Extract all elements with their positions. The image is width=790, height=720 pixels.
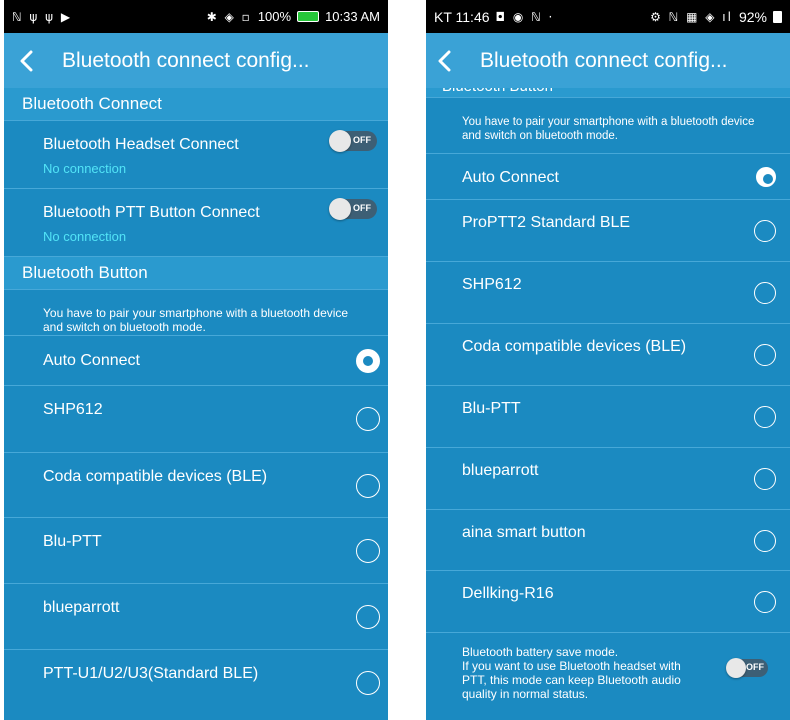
option-shp612[interactable]: SHP612 [426, 262, 790, 324]
toggle-label: OFF [353, 135, 371, 145]
status-bar: KT 11:46 ◘ ◉ ℕ · ⚙ ℕ ▦ ◈ ıl 92% [426, 0, 790, 33]
option-label: blueparrott [43, 599, 120, 616]
notification-icons: ◘ ◉ ℕ · [495, 9, 555, 24]
option-dellking-r16[interactable]: Dellking-R16 [426, 571, 790, 633]
option-coda[interactable]: Coda compatible devices (BLE) [426, 324, 790, 386]
right-phone-screen: KT 11:46 ◘ ◉ ℕ · ⚙ ℕ ▦ ◈ ıl 92% Bluetoot… [426, 0, 790, 720]
bluetooth-wifi-icons: ✱ ◈ ▫ [206, 9, 252, 24]
connection-status: No connection [43, 229, 127, 244]
status-bar: ℕ ψ ψ ▶ ✱ ◈ ▫ 100% 10:33 AM [4, 0, 388, 33]
radio-unselected-icon[interactable] [754, 344, 776, 366]
radio-selected-icon[interactable] [356, 349, 380, 373]
option-blueparrott[interactable]: blueparrott [4, 584, 388, 650]
radio-unselected-icon[interactable] [356, 605, 380, 629]
toggle-label: OFF [746, 662, 764, 672]
option-label: Dellking-R16 [462, 585, 554, 602]
radio-unselected-icon[interactable] [356, 671, 380, 695]
option-label: blueparrott [462, 462, 539, 479]
option-label: Coda compatible devices (BLE) [43, 468, 268, 485]
back-arrow-icon[interactable] [426, 33, 462, 88]
option-label: SHP612 [43, 401, 103, 418]
option-proptt2-standard-ble[interactable]: ProPTT2 Standard BLE [426, 200, 790, 262]
notification-icons: ℕ ψ ψ ▶ [12, 9, 73, 24]
battery-icon [773, 10, 782, 23]
radio-unselected-icon[interactable] [754, 406, 776, 428]
option-ptt-u1-u2-u3[interactable]: PTT-U1/U2/U3(Standard BLE) [4, 650, 388, 716]
carrier-clock: KT 11:46 [434, 8, 490, 25]
battery-save-toggle[interactable]: OFF [726, 658, 768, 678]
page-title: Bluetooth connect config... [480, 48, 728, 72]
toggle-label: OFF [353, 203, 371, 213]
section-header-bluetooth-connect: Bluetooth Connect [4, 88, 388, 121]
clock: 10:33 AM [325, 9, 380, 24]
bluetooth-headset-connect-row[interactable]: Bluetooth Headset Connect No connection … [4, 121, 388, 189]
option-coda[interactable]: Coda compatible devices (BLE) [4, 453, 388, 518]
radio-unselected-icon[interactable] [356, 407, 380, 431]
option-auto-connect[interactable]: Auto Connect [4, 336, 388, 386]
toggle-knob [726, 658, 746, 678]
option-label: PTT-U1/U2/U3(Standard BLE) [43, 665, 259, 682]
pairing-info-text: You have to pair your smartphone with a … [4, 290, 388, 336]
bluetooth-ptt-connect-row[interactable]: Bluetooth PTT Button Connect No connecti… [4, 189, 388, 257]
option-blu-ptt[interactable]: Blu-PTT [426, 386, 790, 448]
radio-unselected-icon[interactable] [754, 220, 776, 242]
radio-unselected-icon[interactable] [754, 530, 776, 552]
section-header-bluetooth-button: Bluetooth Button [426, 88, 790, 98]
option-label: Blu-PTT [462, 400, 521, 417]
option-aina-smart-button[interactable]: aina smart button [426, 510, 790, 571]
toggle-knob [329, 130, 351, 152]
radio-unselected-icon[interactable] [356, 474, 380, 498]
app-bar: Bluetooth connect config... [426, 33, 790, 88]
page-title: Bluetooth connect config... [62, 48, 310, 72]
toggle-knob [329, 198, 351, 220]
radio-unselected-icon[interactable] [754, 282, 776, 304]
connection-status: No connection [43, 161, 127, 176]
option-shp612[interactable]: SHP612 [4, 386, 388, 453]
section-header-bluetooth-button: Bluetooth Button [4, 257, 388, 290]
option-blu-ptt[interactable]: Blu-PTT [4, 518, 388, 584]
ptt-connect-toggle[interactable]: OFF [329, 198, 377, 220]
option-label: ProPTT2 Standard BLE [462, 214, 631, 231]
settings-list: Bluetooth Connect Bluetooth Headset Conn… [4, 88, 388, 720]
option-auto-connect[interactable]: Auto Connect [426, 154, 790, 200]
row-title: Bluetooth Headset Connect [43, 136, 239, 153]
signal-wifi-icons: ⚙ ℕ ▦ ◈ ıl [650, 9, 733, 24]
battery-save-description: Bluetooth battery save mode. If you want… [462, 645, 681, 701]
headset-connect-toggle[interactable]: OFF [329, 130, 377, 152]
battery-icon [297, 11, 320, 22]
option-blueparrott[interactable]: blueparrott [426, 448, 790, 510]
left-phone-screen: ℕ ψ ψ ▶ ✱ ◈ ▫ 100% 10:33 AM Bluetooth co… [4, 0, 388, 720]
row-title: Bluetooth PTT Button Connect [43, 204, 260, 221]
battery-percent: 92% [738, 8, 767, 25]
app-bar: Bluetooth connect config... [4, 33, 388, 88]
battery-save-mode-row[interactable]: Bluetooth battery save mode. If you want… [426, 633, 790, 713]
option-label: Blu-PTT [43, 533, 102, 550]
radio-unselected-icon[interactable] [754, 468, 776, 490]
option-label: Auto Connect [43, 352, 140, 369]
settings-list-scrolled[interactable]: Bluetooth Button You have to pair your s… [426, 88, 790, 720]
radio-selected-icon[interactable] [756, 167, 776, 187]
pairing-info-text: You have to pair your smartphone with a … [426, 98, 790, 154]
option-label: Auto Connect [462, 169, 559, 186]
option-label: SHP612 [462, 276, 522, 293]
option-label: Coda compatible devices (BLE) [462, 338, 687, 355]
radio-unselected-icon[interactable] [754, 591, 776, 613]
option-label: aina smart button [462, 524, 586, 541]
back-arrow-icon[interactable] [4, 33, 48, 88]
battery-percent: 100% [257, 9, 292, 24]
radio-unselected-icon[interactable] [356, 539, 380, 563]
